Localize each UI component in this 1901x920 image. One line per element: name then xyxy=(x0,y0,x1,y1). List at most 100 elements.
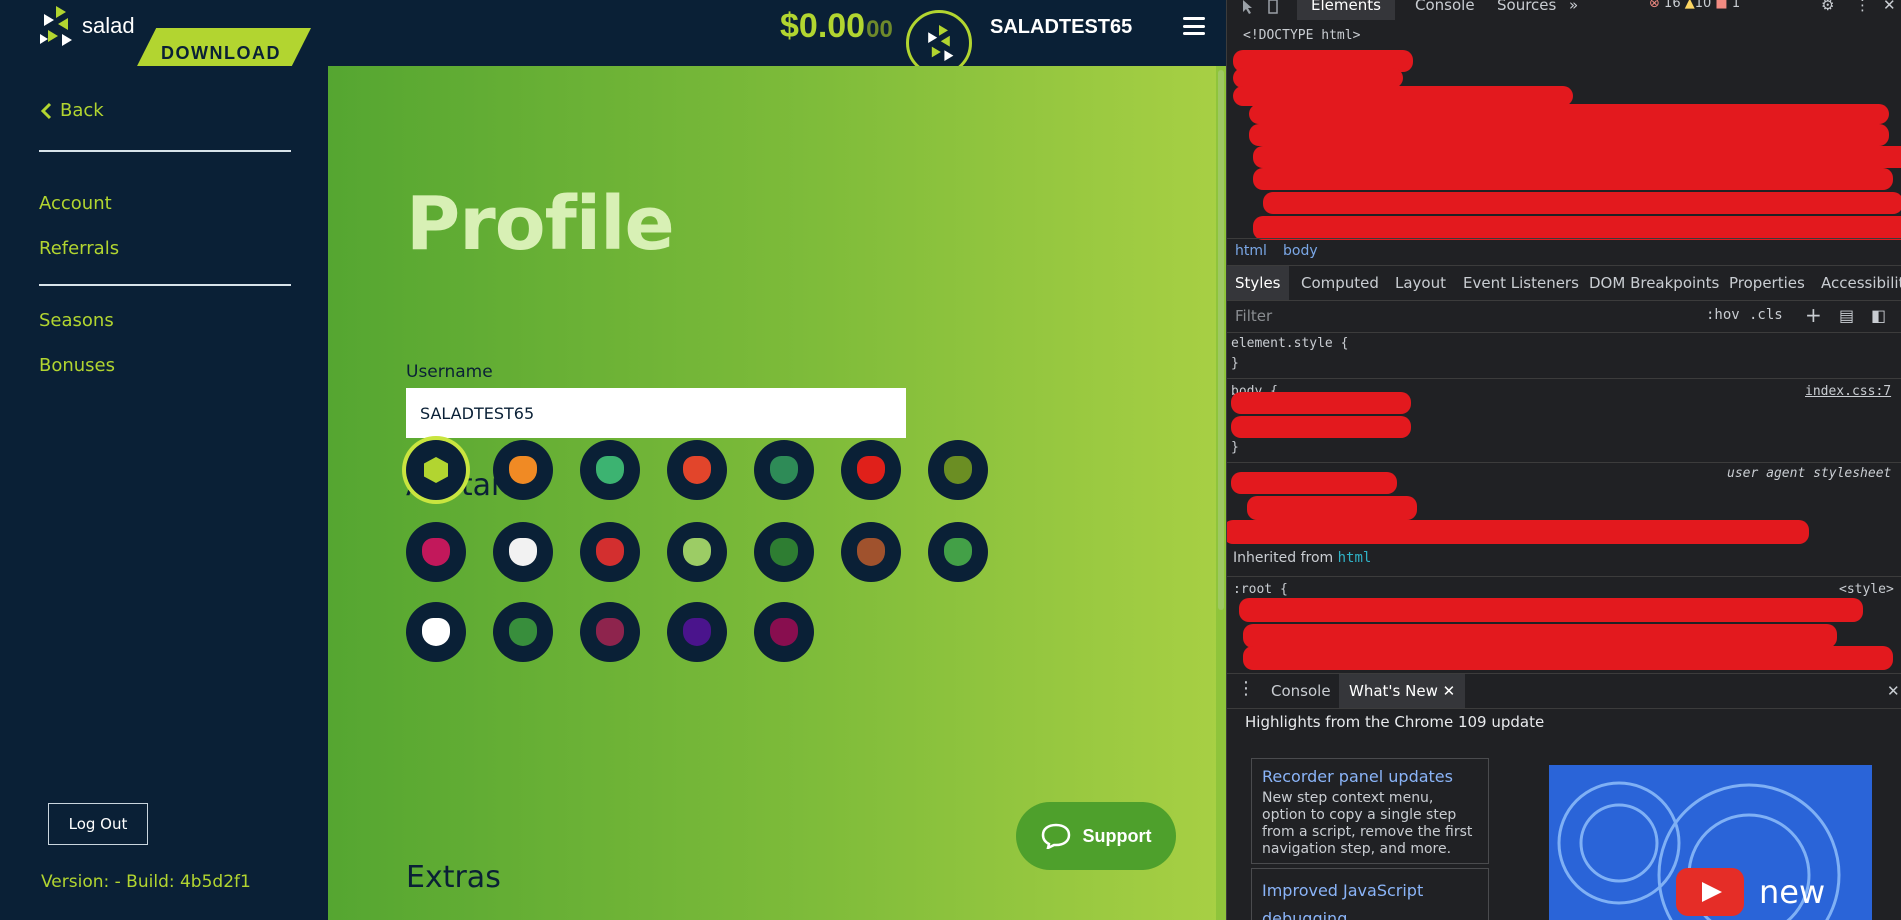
close-drawer-icon[interactable]: ✕ xyxy=(1887,682,1900,700)
avatar-option-green-pepper[interactable] xyxy=(580,440,640,500)
close-tab-icon[interactable]: ✕ xyxy=(1443,682,1456,700)
doctype-line[interactable]: <!DOCTYPE html> xyxy=(1243,28,1360,43)
balance-cents: 00 xyxy=(866,16,893,43)
avatar-option-onion[interactable] xyxy=(754,602,814,662)
beet-icon xyxy=(596,618,624,646)
card-title[interactable]: Improved JavaScript debugging xyxy=(1262,877,1478,920)
subtab-styles[interactable]: Styles xyxy=(1227,266,1289,300)
redaction xyxy=(1233,68,1403,88)
video-text: new xyxy=(1759,873,1826,911)
hov-toggle[interactable]: :hov xyxy=(1706,307,1740,323)
header-username[interactable]: SALADTEST65 xyxy=(990,16,1132,39)
avatar-option-eggs[interactable] xyxy=(406,602,466,662)
style-source[interactable]: <style> xyxy=(1839,582,1894,597)
paint-icon[interactable]: ▤ xyxy=(1839,306,1854,325)
sidebar-item-bonuses[interactable]: Bonuses xyxy=(39,355,115,376)
salad-logo[interactable]: salad xyxy=(36,4,135,48)
lettuce-icon xyxy=(683,538,711,566)
redaction xyxy=(1243,646,1893,670)
inspect-icon[interactable] xyxy=(1241,0,1257,14)
avatar-option-broccoli[interactable] xyxy=(928,522,988,582)
avatar-option-carrot[interactable] xyxy=(493,440,553,500)
more-tabs-icon[interactable]: » xyxy=(1569,0,1578,14)
avatar-option-beet[interactable] xyxy=(580,602,640,662)
kebab-menu-icon[interactable]: ⋮ xyxy=(1855,0,1870,14)
drawer-tab-console[interactable]: Console xyxy=(1271,682,1331,700)
subtab-layout[interactable]: Layout xyxy=(1395,274,1446,292)
youtube-play-icon[interactable] xyxy=(1676,868,1744,916)
subtab-dom-breakpoints[interactable]: DOM Breakpoints xyxy=(1589,274,1719,292)
subtab-accessibility[interactable]: Accessibility xyxy=(1821,274,1901,292)
green-pepper-icon xyxy=(596,456,624,484)
redaction xyxy=(1227,520,1809,544)
redaction xyxy=(1233,86,1573,106)
card-body: New step context menu, option to copy a … xyxy=(1262,790,1473,857)
support-button[interactable]: Support xyxy=(1016,802,1176,870)
whats-new-video-thumbnail[interactable]: new xyxy=(1549,765,1872,920)
issues-icon: ■ xyxy=(1715,0,1728,11)
avatar-option-cauliflower[interactable] xyxy=(493,522,553,582)
whats-new-card[interactable]: Recorder panel updates New step context … xyxy=(1251,758,1489,864)
sidebar-item-referrals[interactable]: Referrals xyxy=(39,238,119,259)
back-link[interactable]: Back xyxy=(40,100,104,121)
dom-breadcrumb: html body xyxy=(1227,238,1901,266)
error-count-badge[interactable]: ⊗ 16 ▲10 ■ 1 xyxy=(1649,0,1740,11)
drawer-tab-whats-new[interactable]: What's New ✕ xyxy=(1339,674,1466,708)
breadcrumb-html[interactable]: html xyxy=(1235,243,1267,259)
element-style-rule[interactable]: element.style { xyxy=(1231,336,1348,351)
whats-new-card[interactable]: Improved JavaScript debugging xyxy=(1251,868,1489,920)
support-label: Support xyxy=(1082,825,1152,846)
close-devtools-icon[interactable]: ✕ xyxy=(1883,0,1896,14)
sidebar-item-account[interactable]: Account xyxy=(39,193,112,214)
subtab-properties[interactable]: Properties xyxy=(1729,274,1805,292)
avatar-option-strawberry[interactable] xyxy=(580,522,640,582)
subtab-event-listeners[interactable]: Event Listeners xyxy=(1463,274,1579,292)
settings-gear-icon[interactable]: ⚙ xyxy=(1821,0,1834,14)
balance-display[interactable]: $0.0000 xyxy=(780,7,893,46)
breadcrumb-body[interactable]: body xyxy=(1283,243,1318,259)
logout-button[interactable]: Log Out xyxy=(48,803,148,845)
devtools-tab-console[interactable]: Console xyxy=(1415,0,1475,14)
avatar-option-herbs[interactable] xyxy=(493,602,553,662)
avatar-option-eggplant[interactable] xyxy=(667,602,727,662)
chevron-left-icon xyxy=(40,102,52,119)
redaction xyxy=(1253,216,1901,240)
username-input[interactable] xyxy=(406,388,906,438)
avatar-option-radish[interactable] xyxy=(406,522,466,582)
redaction xyxy=(1253,146,1901,168)
sidebar-item-seasons[interactable]: Seasons xyxy=(39,310,114,331)
error-count: 16 xyxy=(1664,0,1681,11)
drawer-menu-icon[interactable]: ⋮ xyxy=(1237,678,1255,699)
avatar-option-kale[interactable] xyxy=(754,440,814,500)
styles-filter-input[interactable]: Filter xyxy=(1235,307,1272,325)
card-title[interactable]: Recorder panel updates xyxy=(1262,767,1478,786)
avatar-option-cucumbers[interactable] xyxy=(754,522,814,582)
root-rule[interactable]: :root { xyxy=(1233,582,1288,597)
redaction xyxy=(1263,192,1901,214)
tomato-icon xyxy=(683,456,711,484)
scroll-thumb[interactable] xyxy=(1218,70,1224,610)
warning-icon: ▲ xyxy=(1684,0,1695,11)
inherited-element[interactable]: html xyxy=(1338,550,1372,566)
devtools-tab-sources[interactable]: Sources xyxy=(1497,0,1556,14)
mushrooms-icon xyxy=(857,538,885,566)
subtab-computed[interactable]: Computed xyxy=(1301,274,1379,292)
avatar-option-avocado[interactable] xyxy=(928,440,988,500)
sidebar-toggle-icon[interactable]: ◧ xyxy=(1871,306,1886,325)
salad-logo-icon xyxy=(40,6,72,46)
avatar-option-lettuce[interactable] xyxy=(667,522,727,582)
device-toolbar-icon[interactable] xyxy=(1267,0,1283,14)
rule-divider xyxy=(1227,462,1901,463)
cls-toggle[interactable]: .cls xyxy=(1749,307,1783,323)
main-scrollbar[interactable] xyxy=(1216,66,1226,920)
radish-icon xyxy=(422,538,450,566)
avatar-option-red-bell-pepper[interactable] xyxy=(841,440,901,500)
devtools-tab-elements[interactable]: Elements xyxy=(1297,0,1395,20)
menu-icon[interactable] xyxy=(1183,17,1205,35)
body-source-link[interactable]: index.css:7 xyxy=(1805,384,1891,399)
new-rule-icon[interactable]: + xyxy=(1805,303,1822,327)
avocado-icon xyxy=(944,456,972,484)
avatar-option-salad-logo[interactable] xyxy=(406,440,466,500)
avatar-option-tomato[interactable] xyxy=(667,440,727,500)
avatar-option-mushrooms[interactable] xyxy=(841,522,901,582)
